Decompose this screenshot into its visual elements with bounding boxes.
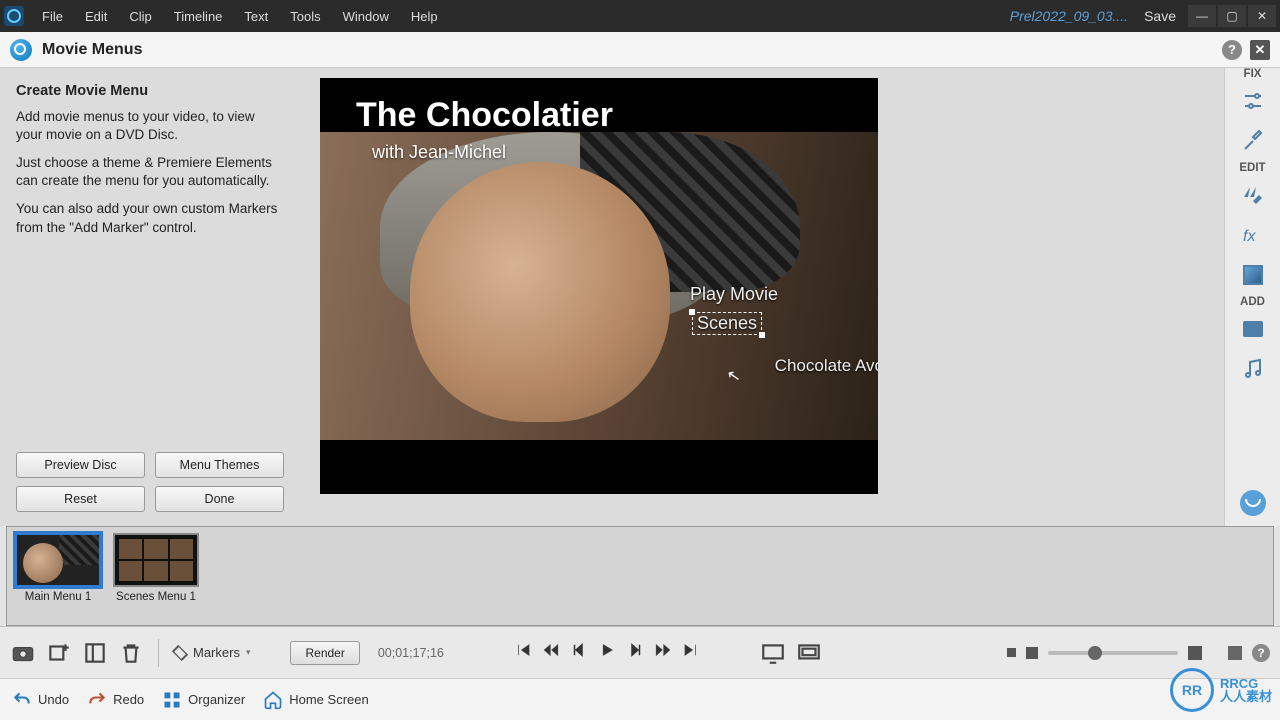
watermark-text: RRCG 人人素材 — [1220, 677, 1272, 703]
rail-label-add: ADD — [1240, 296, 1265, 308]
app-logo-icon — [4, 6, 24, 26]
cursor-icon: ↖ — [725, 365, 742, 387]
step-forward-icon[interactable] — [626, 641, 644, 664]
timeline-toolbar: Markers ▾ Render 00;01;17;16 ? — [0, 626, 1280, 678]
goto-start-icon[interactable] — [514, 641, 532, 664]
menu-subtitle-text[interactable]: with Jean-Michel — [372, 142, 506, 163]
markers-dropdown[interactable]: Markers ▾ — [173, 645, 250, 660]
adjust-sliders-icon[interactable] — [1238, 88, 1268, 114]
panel-title: Movie Menus — [42, 41, 142, 59]
trash-icon[interactable] — [118, 640, 144, 666]
main-area: Create Movie Menu Add movie menus to you… — [0, 68, 1280, 526]
fx-icon[interactable]: fx — [1238, 222, 1268, 248]
tools-icon[interactable] — [1238, 128, 1268, 154]
preview-disc-button[interactable]: Preview Disc — [16, 452, 145, 478]
panel-header: Movie Menus ? ✕ — [0, 32, 1280, 68]
zoom-in-icon[interactable] — [1188, 646, 1202, 660]
goto-end-icon[interactable] — [682, 641, 700, 664]
snapshot-icon[interactable] — [10, 640, 36, 666]
menu-preview[interactable]: The Chocolatier with Jean-Michel Play Mo… — [320, 78, 878, 494]
thumb-caption: Scenes Menu 1 — [116, 591, 196, 603]
maximize-button[interactable]: ▢ — [1218, 5, 1246, 27]
menu-edit[interactable]: Edit — [75, 5, 117, 28]
thumb-scenes-menu[interactable]: Scenes Menu 1 — [113, 533, 199, 603]
properties-icon[interactable] — [82, 640, 108, 666]
left-pane: Create Movie Menu Add movie menus to you… — [0, 68, 300, 526]
menu-help[interactable]: Help — [401, 5, 448, 28]
left-paragraph-3: You can also add your own custom Markers… — [16, 200, 284, 236]
titlebar: File Edit Clip Timeline Text Tools Windo… — [0, 0, 1280, 32]
menu-text[interactable]: Text — [234, 5, 278, 28]
organizer-button[interactable]: Organizer — [162, 690, 245, 710]
left-heading: Create Movie Menu — [16, 82, 284, 102]
color-icon[interactable] — [1238, 262, 1268, 288]
preview-wrap: The Chocolatier with Jean-Michel Play Mo… — [300, 68, 1224, 526]
movie-menus-icon — [10, 39, 32, 61]
rail-label-edit: EDIT — [1239, 162, 1265, 174]
toolbar-help-icon[interactable]: ? — [1252, 644, 1270, 662]
menu-item-extra[interactable]: Chocolate Avo — [775, 356, 878, 376]
play-icon[interactable] — [598, 641, 616, 664]
bookmark-icon — [172, 644, 188, 660]
fx-brush-icon[interactable] — [1238, 182, 1268, 208]
watermark-logo: RR RRCG 人人素材 — [1170, 668, 1272, 712]
transport-controls — [514, 641, 700, 664]
reset-button[interactable]: Reset — [16, 486, 145, 512]
left-paragraph-2: Just choose a theme & Premiere Elements … — [16, 154, 284, 190]
timecode: 00;01;17;16 — [378, 646, 444, 660]
panel-close-icon[interactable]: ✕ — [1250, 40, 1270, 60]
bottom-bar: Undo Redo Organizer Home Screen — [0, 678, 1280, 720]
render-button[interactable]: Render — [290, 641, 359, 665]
watermark-ring-icon: RR — [1170, 668, 1214, 712]
menu-title-text[interactable]: The Chocolatier — [356, 98, 613, 134]
menu-timeline[interactable]: Timeline — [164, 5, 233, 28]
rewind-icon[interactable] — [542, 641, 560, 664]
panel-help-icon[interactable]: ? — [1222, 40, 1242, 60]
home-screen-button[interactable]: Home Screen — [263, 690, 368, 710]
menu-item-play[interactable]: Play Movie — [690, 284, 778, 305]
titles-icon[interactable]: T — [1238, 316, 1268, 342]
redo-button[interactable]: Redo — [87, 690, 144, 710]
fit-icon[interactable] — [1228, 646, 1242, 660]
menu-bar: File Edit Clip Timeline Text Tools Windo… — [32, 5, 448, 28]
minimize-button[interactable]: — — [1188, 5, 1216, 27]
thumb-caption: Main Menu 1 — [25, 591, 91, 603]
rail-label-fix: FIX — [1244, 68, 1262, 80]
save-button[interactable]: Save — [1144, 8, 1176, 24]
menu-tools[interactable]: Tools — [280, 5, 330, 28]
menu-themes-button[interactable]: Menu Themes — [155, 452, 284, 478]
thumb-main-menu[interactable]: Main Menu 1 — [15, 533, 101, 603]
menu-thumb-strip: Main Menu 1 Scenes Menu 1 — [6, 526, 1274, 626]
menu-item-scenes[interactable]: Scenes — [692, 312, 762, 335]
left-paragraph-1: Add movie menus to your video, to view y… — [16, 108, 284, 144]
step-back-icon[interactable] — [570, 641, 588, 664]
music-icon[interactable] — [1238, 356, 1268, 382]
svg-text:T: T — [1249, 323, 1257, 337]
svg-text:fx: fx — [1243, 228, 1256, 245]
undo-button[interactable]: Undo — [12, 690, 69, 710]
zoom-slider[interactable] — [1048, 651, 1178, 655]
fullscreen-icon[interactable] — [760, 640, 786, 666]
feedback-smile-icon[interactable] — [1240, 490, 1266, 516]
menu-window[interactable]: Window — [333, 5, 399, 28]
add-media-icon[interactable] — [46, 640, 72, 666]
zoom-mid-icon[interactable] — [1026, 647, 1038, 659]
zoom-out-small-icon[interactable] — [1007, 648, 1016, 657]
project-name: Prel2022_09_03.... — [1010, 8, 1128, 24]
close-button[interactable]: ✕ — [1248, 5, 1276, 27]
safe-margins-icon[interactable] — [796, 640, 822, 666]
right-rail: FIX EDIT fx ADD T — [1224, 68, 1280, 526]
zoom-cluster: ? — [1007, 644, 1270, 662]
menu-clip[interactable]: Clip — [119, 5, 161, 28]
done-button[interactable]: Done — [155, 486, 284, 512]
menu-file[interactable]: File — [32, 5, 73, 28]
window-controls: — ▢ ✕ — [1186, 5, 1276, 27]
fast-forward-icon[interactable] — [654, 641, 672, 664]
